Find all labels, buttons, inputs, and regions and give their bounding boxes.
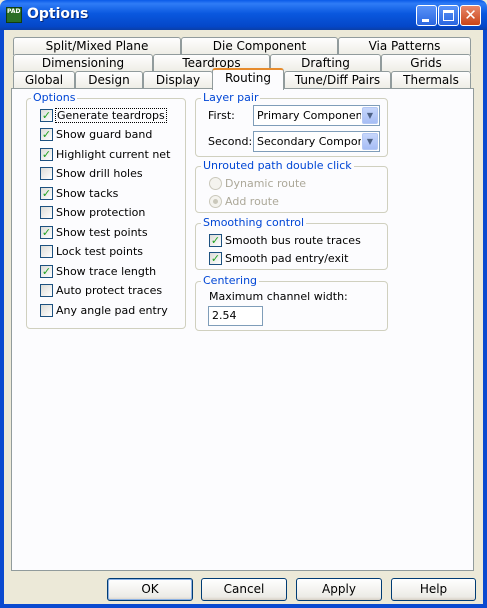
app-icon: PADS [6, 7, 22, 23]
tab-via-patterns[interactable]: Via Patterns [338, 37, 471, 55]
checkbox-label: Show tacks [56, 187, 119, 200]
checkbox-box[interactable]: ✓ [209, 234, 222, 247]
close-icon: ✕ [464, 6, 477, 24]
maximize-icon [443, 10, 454, 21]
tab-thermals[interactable]: Thermals [391, 71, 471, 89]
radio-label: Dynamic route [225, 177, 307, 190]
checkbox-box[interactable]: ✓ [40, 128, 53, 141]
minimize-icon [422, 19, 429, 22]
unrouted-group-label: Unrouted path double click [201, 159, 354, 172]
cancel-button[interactable]: Cancel [201, 578, 287, 601]
max-channel-width-label: Maximum channel width: [209, 290, 348, 303]
chevron-down-icon[interactable]: ▼ [362, 107, 378, 124]
tab-die-component[interactable]: Die Component [181, 37, 338, 55]
checkbox-box[interactable] [40, 284, 53, 297]
checkbox-box[interactable]: ✓ [40, 265, 53, 278]
checkbox-label: Smooth bus route traces [225, 234, 361, 247]
checkbox-label: Lock test points [56, 245, 143, 258]
minimize-button[interactable] [416, 5, 437, 26]
checkbox-label: Highlight current net [56, 148, 171, 161]
tab-split-mixed-plane[interactable]: Split/Mixed Plane [13, 37, 181, 55]
chevron-down-icon[interactable]: ▼ [362, 133, 378, 150]
tab-routing[interactable]: Routing [212, 68, 284, 90]
tab-tune-diff-pairs[interactable]: Tune/Diff Pairs [284, 71, 391, 89]
tab-drafting[interactable]: Drafting [270, 54, 381, 72]
checkbox-box[interactable]: ✓ [40, 226, 53, 239]
checkbox-label: Auto protect traces [56, 284, 163, 297]
first-layer-value: Primary Component Si [257, 109, 361, 122]
checkbox-label: Show drill holes [56, 167, 143, 180]
checkbox-label: Smooth pad entry/exit [225, 252, 349, 265]
checkbox-box[interactable] [40, 167, 53, 180]
checkbox-box[interactable] [40, 206, 53, 219]
max-channel-width-input[interactable]: 2.54 [208, 306, 263, 326]
title-bar[interactable]: PADS Options ✕ [0, 0, 487, 30]
second-layer-select[interactable]: Secondary Componer ▼ [253, 131, 380, 152]
checkbox-label: Show guard band [56, 128, 153, 141]
second-layer-label: Second: [208, 135, 253, 148]
tab-grids[interactable]: Grids [381, 54, 471, 72]
tab-dimensioning[interactable]: Dimensioning [13, 54, 153, 72]
checkbox-box[interactable] [40, 245, 53, 258]
checkbox-box[interactable]: ✓ [40, 109, 53, 122]
checkbox-label: Show protection [56, 206, 146, 219]
first-layer-label: First: [208, 109, 235, 122]
first-layer-select[interactable]: Primary Component Si ▼ [253, 105, 380, 126]
centering-group-label: Centering [201, 274, 260, 287]
radio-button[interactable] [209, 177, 222, 190]
radio-label: Add route [225, 195, 279, 208]
checkbox-box[interactable]: ✓ [40, 148, 53, 161]
options-group-label: Options [31, 91, 78, 104]
help-button[interactable]: Help [391, 578, 476, 601]
tab-global[interactable]: Global [13, 71, 75, 89]
second-layer-value: Secondary Componer [257, 135, 361, 148]
checkbox-label: Show trace length [56, 265, 157, 278]
close-button[interactable]: ✕ [460, 5, 481, 26]
window-title: Options [27, 6, 89, 22]
layer-pair-group-label: Layer pair [201, 91, 261, 104]
radio-button[interactable] [209, 195, 222, 208]
maximize-button[interactable] [438, 5, 459, 26]
checkbox-box[interactable]: ✓ [40, 187, 53, 200]
tab-display[interactable]: Display [143, 71, 213, 89]
checkbox-label: Any angle pad entry [56, 304, 168, 317]
apply-button[interactable]: Apply [296, 578, 382, 601]
smoothing-group-label: Smoothing control [201, 216, 307, 229]
checkbox-box[interactable]: ✓ [209, 252, 222, 265]
ok-button[interactable]: OK [107, 578, 193, 601]
tab-design[interactable]: Design [75, 71, 143, 89]
checkbox-label: Generate teardrops [55, 108, 167, 123]
checkbox-label: Show test points [56, 226, 148, 239]
checkbox-box[interactable] [40, 304, 53, 317]
